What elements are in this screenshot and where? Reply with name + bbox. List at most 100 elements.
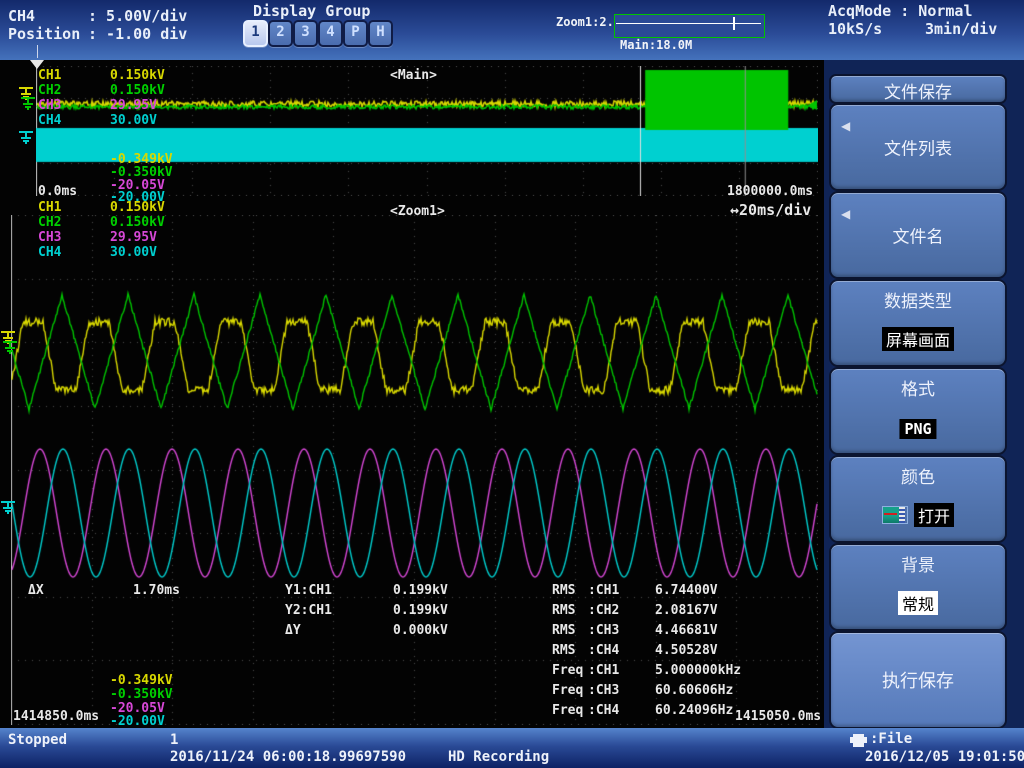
- display-group-button-1[interactable]: 1: [243, 20, 268, 47]
- zoom-ch2-ground-marker-icon: [2, 340, 18, 354]
- meas-value: 5.000000kHz: [655, 663, 741, 678]
- zoom-ch4-value: 30.00V: [110, 245, 157, 260]
- menu-button-format[interactable]: 格式 PNG: [829, 367, 1007, 455]
- delta-x-value: 1.70ms: [133, 583, 180, 598]
- oscilloscope-screen: CH4 : 5.00V/div Position : -1.00 div Dis…: [0, 0, 1024, 768]
- delta-x-label: ΔX: [28, 583, 133, 598]
- acquisition-count: 1: [170, 732, 178, 748]
- format-value: PNG: [899, 419, 936, 439]
- main-ch2-value: 0.150kV: [110, 83, 165, 98]
- zoom-ch2-value: 0.150kV: [110, 215, 165, 230]
- menu-button-execute-save[interactable]: 执行保存: [829, 631, 1007, 729]
- trigger-timestamp: 2016/11/24 06:00:18.99697590: [170, 749, 406, 765]
- meas-src: :CH2: [588, 603, 655, 618]
- meas-value: 4.46681V: [655, 623, 718, 638]
- left-arrow-icon: [841, 119, 850, 133]
- y1-value: 0.199kV: [393, 583, 448, 598]
- display-group-button-h[interactable]: H: [368, 20, 393, 47]
- menu-title-file-save: 文件保存: [829, 74, 1007, 104]
- main-ch2-label: CH2: [38, 83, 110, 98]
- ch4-ground-marker-icon: [18, 130, 34, 144]
- soft-menu: 文件保存 文件列表 文件名 数据类型 屏幕画面 格式 PNG 颜色 打开 背景: [824, 60, 1024, 728]
- meas-func: RMS: [552, 603, 588, 618]
- y2-label: Y2:CH1: [285, 603, 393, 618]
- main-ch1-value: 0.150kV: [110, 68, 165, 83]
- display-group-button-3[interactable]: 3: [293, 20, 318, 47]
- zoom-ch4-label: CH4: [38, 245, 110, 260]
- main-time-end: 1800000.0ms: [727, 184, 813, 199]
- main-time-start: 0.0ms: [38, 184, 77, 199]
- menu-button-background[interactable]: 背景 常规: [829, 543, 1007, 631]
- record-position-bar[interactable]: [614, 14, 765, 38]
- file-list-label: 文件列表: [884, 135, 952, 160]
- menu-title-label: 文件保存: [884, 78, 952, 103]
- active-channel-scale: : 5.00V/div: [88, 7, 187, 25]
- meas-value: 60.60606Hz: [655, 683, 733, 698]
- display-group-button-p[interactable]: P: [343, 20, 368, 47]
- zoom-ch3-value: 29.95V: [110, 230, 157, 245]
- position-value: : -1.00 div: [88, 25, 187, 43]
- meas-func: RMS: [552, 623, 588, 638]
- sample-rate: 10kS/s: [828, 20, 882, 38]
- delta-y-label: ΔY: [285, 623, 393, 638]
- menu-button-color[interactable]: 颜色 打开: [829, 455, 1007, 543]
- background-label: 背景: [901, 551, 935, 576]
- main-ch4-value: 30.00V: [110, 113, 157, 128]
- meas-value: 2.08167V: [655, 603, 718, 618]
- zoom-time-start: 1414850.0ms: [13, 709, 99, 724]
- zoom-ch4-level: -20.00V: [110, 714, 165, 729]
- meas-src: :CH4: [588, 643, 655, 658]
- ch2-ground-marker-icon: [20, 96, 36, 110]
- left-arrow-icon: [841, 207, 850, 221]
- top-header: CH4 : 5.00V/div Position : -1.00 div Dis…: [0, 0, 1024, 60]
- hd-recording-status: HD Recording: [448, 749, 549, 765]
- menu-button-data-type[interactable]: 数据类型 屏幕画面: [829, 279, 1007, 367]
- time-per-div: 3min/div: [925, 20, 997, 38]
- meas-value: 60.24096Hz: [655, 703, 733, 718]
- color-value: 打开: [914, 503, 954, 527]
- delta-y-value: 0.000kV: [393, 623, 448, 638]
- zoom-ch2-level: -0.350kV: [110, 687, 173, 702]
- zoom-ch1-value: 0.150kV: [110, 200, 165, 215]
- display-group-button-2[interactable]: 2: [268, 20, 293, 47]
- meas-src: :CH3: [588, 623, 655, 638]
- data-type-label: 数据类型: [884, 287, 952, 312]
- zoom-ch2-label: CH2: [38, 215, 110, 230]
- main-window-title: <Main>: [390, 68, 437, 83]
- time-zero-marker-icon: [30, 60, 44, 69]
- menu-button-file-list[interactable]: 文件列表: [829, 103, 1007, 191]
- display-group-button-4[interactable]: 4: [318, 20, 343, 47]
- printer-icon: [850, 734, 868, 747]
- menu-button-file-name[interactable]: 文件名: [829, 191, 1007, 279]
- file-name-label: 文件名: [893, 223, 944, 248]
- meas-src: :CH1: [588, 663, 655, 678]
- acq-mode: AcqMode : Normal: [828, 2, 973, 20]
- system-datetime: 2016/12/05 19:01:50: [865, 749, 1024, 765]
- output-target-label: :File: [870, 731, 912, 747]
- meas-value: 4.50528V: [655, 643, 718, 658]
- zoom-window-title: <Zoom1>: [390, 204, 445, 219]
- position-label: Position: [8, 25, 80, 43]
- meas-value: 6.74400V: [655, 583, 718, 598]
- color-thumbnail-icon: [882, 506, 908, 524]
- display-area: <Main> CH10.150kV CH20.150kV CH329.95V C…: [0, 60, 824, 728]
- format-label: 格式: [901, 375, 935, 400]
- execute-save-label: 执行保存: [882, 667, 954, 693]
- main-ch3-value: 29.95V: [110, 98, 157, 113]
- y2-value: 0.199kV: [393, 603, 448, 618]
- zoom-ch3-label: CH3: [38, 230, 110, 245]
- display-group-label: Display Group: [253, 2, 370, 20]
- zoom-ch1-level: -0.349kV: [110, 673, 173, 688]
- data-type-value: 屏幕画面: [882, 327, 954, 351]
- active-channel-label: CH4: [8, 7, 35, 25]
- meas-func: Freq: [552, 663, 588, 678]
- zoom-ch4-ground-marker-icon: [0, 500, 16, 514]
- meas-func: Freq: [552, 683, 588, 698]
- meas-src: :CH1: [588, 583, 655, 598]
- meas-src: :CH4: [588, 703, 655, 718]
- zoom-time-end: 1415050.0ms: [735, 709, 821, 724]
- zoom-timebase: ↔20ms/div: [730, 201, 811, 219]
- y1-label: Y1:CH1: [285, 583, 393, 598]
- record-bar-marker[interactable]: [733, 17, 735, 30]
- header-tick: [37, 45, 38, 58]
